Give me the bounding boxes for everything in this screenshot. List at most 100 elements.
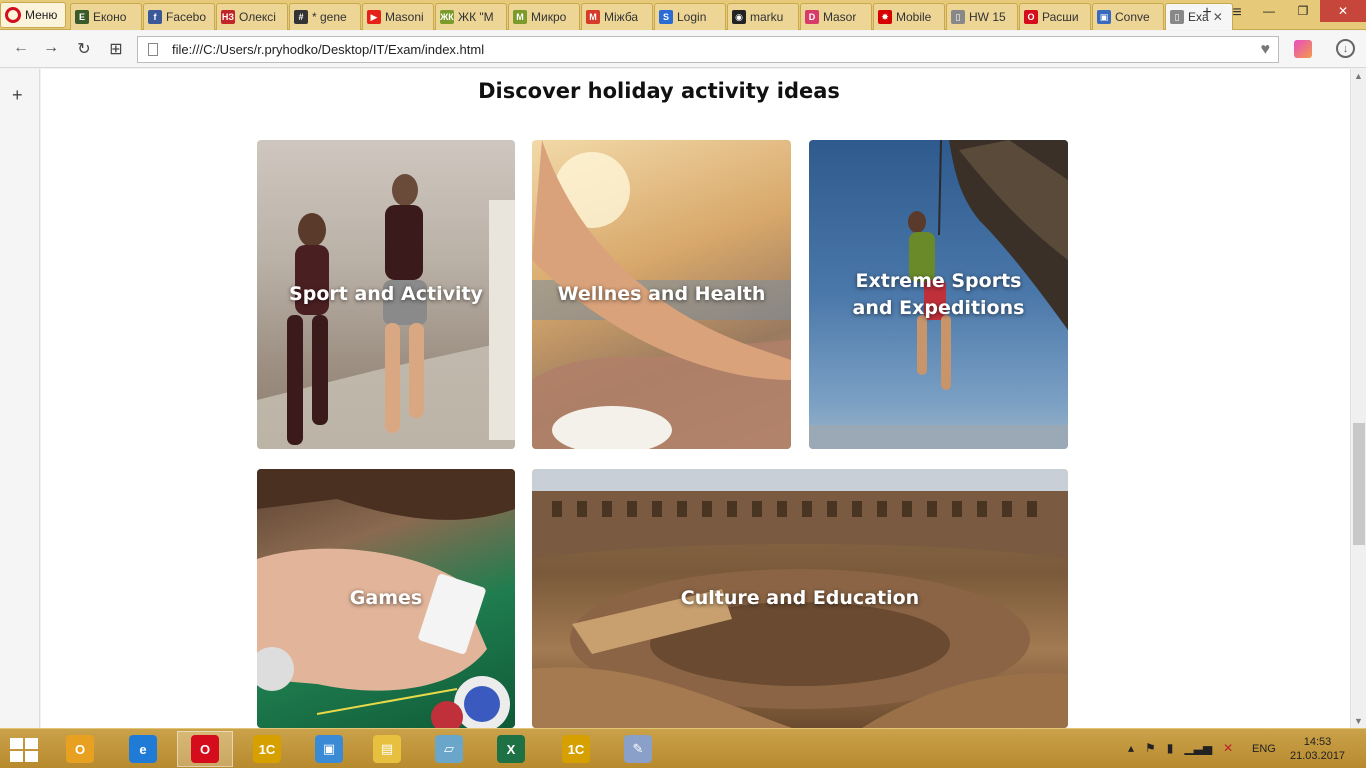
action-center-flag-icon[interactable]: ⚑ (1145, 741, 1156, 755)
opera-menu-button[interactable]: Меню (0, 2, 66, 28)
card-sport-and-activity[interactable]: Sport and Activity (257, 140, 515, 449)
volume-muted-icon[interactable]: ✕ (1223, 741, 1233, 755)
tab[interactable]: М Микро (508, 3, 580, 30)
language-indicator[interactable]: ENG (1252, 743, 1276, 755)
tab-menu-button[interactable]: ≡ (1226, 4, 1248, 22)
tab[interactable]: S Login (654, 3, 726, 30)
speed-dial-button[interactable]: ⊞ (105, 39, 127, 59)
start-button[interactable] (10, 738, 38, 762)
window-controls: — ❐ ✕ (1252, 0, 1366, 22)
tab-favicon-icon: E (75, 10, 89, 24)
extension-icon[interactable] (1294, 40, 1312, 58)
close-window-button[interactable]: ✕ (1320, 0, 1366, 22)
browser-sidebar: + (0, 69, 40, 728)
tab-favicon-icon: ▶ (367, 10, 381, 24)
clock[interactable]: 14:53 21.03.2017 (1290, 735, 1345, 763)
tab-favicon-icon: ЖК (440, 10, 454, 24)
restore-button[interactable]: ❐ (1286, 0, 1320, 22)
excel-icon: X (497, 735, 525, 763)
tab[interactable]: M Міжба (581, 3, 653, 30)
card-label: Extreme Sports and Expeditions (852, 269, 1025, 319)
show-hidden-icons-icon[interactable]: ▴ (1128, 741, 1134, 755)
tab-favicon-icon: O (1024, 10, 1038, 24)
opera-icon: O (191, 735, 219, 763)
battery-icon[interactable]: ▮ (1167, 741, 1174, 755)
taskbar-app-paint[interactable]: ✎ (610, 731, 666, 767)
windows-logo-icon (10, 738, 23, 749)
tab[interactable]: D Masor (800, 3, 872, 30)
tab[interactable]: O Расши (1019, 3, 1091, 30)
paint-icon: ✎ (624, 735, 652, 763)
taskbar-app-documents[interactable]: ▱ (421, 731, 477, 767)
address-field[interactable]: file:///C:/Users/r.pryhodko/Desktop/IT/E… (137, 36, 1279, 63)
tab[interactable]: ▣ Conve (1092, 3, 1164, 30)
card-label: Culture and Education (680, 587, 920, 609)
forward-button[interactable]: → (40, 39, 62, 57)
network-signal-icon[interactable]: ▁▃▅ (1184, 741, 1212, 755)
taskbar-app-excel[interactable]: X (483, 731, 539, 767)
card-label: Wellnes and Health (557, 283, 766, 305)
tab-favicon-icon: D (805, 10, 819, 24)
taskbar-app-opera[interactable]: O (177, 731, 233, 767)
reload-button[interactable]: ↻ (73, 39, 95, 59)
file-explorer-icon: ▤ (373, 735, 401, 763)
tab[interactable]: ЖК ЖК "М (435, 3, 507, 30)
taskbar-app-internet-explorer[interactable]: e (115, 731, 171, 767)
tab-actions: + ≡ (1196, 4, 1248, 22)
tab[interactable]: ◉ marku (727, 3, 799, 30)
tab-favicon-icon: ▯ (951, 10, 965, 24)
outlook-icon: O (66, 735, 94, 763)
page-scrollbar[interactable]: ▲ ▼ (1350, 69, 1366, 728)
page-title: Discover holiday activity ideas (478, 79, 840, 103)
tab-title: Микро (531, 10, 567, 24)
tab[interactable]: ✸ Mobile (873, 3, 945, 30)
1c-icon: 1С (253, 735, 281, 763)
new-tab-button[interactable]: + (1196, 4, 1218, 22)
tab-title: Олексі (239, 10, 276, 24)
taskbar-app-1c[interactable]: 1С (239, 731, 295, 767)
taskbar-app-1c-2[interactable]: 1С (548, 731, 604, 767)
system-tray: ▴ ⚑ ▮ ▁▃▅ ✕ (1128, 741, 1233, 755)
tab-title: Расши (1042, 10, 1079, 24)
tab-title: * gene (312, 10, 347, 24)
menu-label: Меню (25, 8, 58, 22)
tab[interactable]: ▶ Masoni (362, 3, 434, 30)
tab[interactable]: # * gene (289, 3, 361, 30)
clock-time: 14:53 (1303, 736, 1332, 748)
tab-favicon-icon: S (659, 10, 673, 24)
remote-app-icon: ▣ (315, 735, 343, 763)
download-icon[interactable]: ↓ (1336, 39, 1355, 58)
scroll-down-arrow-icon[interactable]: ▼ (1354, 716, 1363, 726)
windows-taskbar: Oe O 1С ▣ ▤ ▱ X 1С ✎ ▴ ⚑ ▮ ▁▃▅ ✕ ENG 14:53 21.03.201… (0, 728, 1366, 768)
tab-title: Login (677, 10, 707, 24)
tab-title: Masor (823, 10, 857, 24)
tab-favicon-icon: ▯ (1170, 10, 1184, 24)
scroll-up-arrow-icon[interactable]: ▲ (1354, 71, 1363, 81)
1c-2-icon: 1С (562, 735, 590, 763)
card-games[interactable]: Games (257, 469, 515, 728)
tab-favicon-icon: M (586, 10, 600, 24)
card-extreme-sports-and-expeditions[interactable]: Extreme Sports and Expeditions (809, 140, 1068, 449)
tab-favicon-icon: f (148, 10, 162, 24)
tab[interactable]: f Facebo (143, 3, 215, 30)
tab-title: Еконо (93, 10, 127, 24)
taskbar-app-remote-app[interactable]: ▣ (301, 731, 357, 767)
taskbar-app-outlook[interactable]: O (52, 731, 108, 767)
card-wellness-and-health[interactable]: Wellnes and Health (532, 140, 791, 449)
tab[interactable]: НЗ Олексі (216, 3, 288, 30)
url-text: file:///C:/Users/r.pryhodko/Desktop/IT/E… (172, 42, 485, 57)
card-culture-and-education[interactable]: Culture and Education (532, 469, 1068, 728)
tab-title: Міжба (604, 10, 639, 24)
tab-favicon-icon: НЗ (221, 10, 235, 24)
scroll-thumb[interactable] (1353, 423, 1365, 545)
bookmark-heart-icon[interactable]: ♥ (1261, 41, 1271, 59)
back-button[interactable]: ← (10, 39, 32, 57)
browser-tab-bar: Меню E Еконо f Facebo НЗ Олексі # * gene ▶ Masoni… (0, 0, 1366, 30)
tab[interactable]: ▯ HW 15 (946, 3, 1018, 30)
tab-title: Mobile (896, 10, 932, 24)
minimize-button[interactable]: — (1252, 0, 1286, 22)
tab[interactable]: E Еконо (70, 3, 142, 30)
sidebar-add-button[interactable]: + (12, 85, 23, 106)
taskbar-app-file-explorer[interactable]: ▤ (359, 731, 415, 767)
card-label: Sport and Activity (289, 283, 483, 305)
